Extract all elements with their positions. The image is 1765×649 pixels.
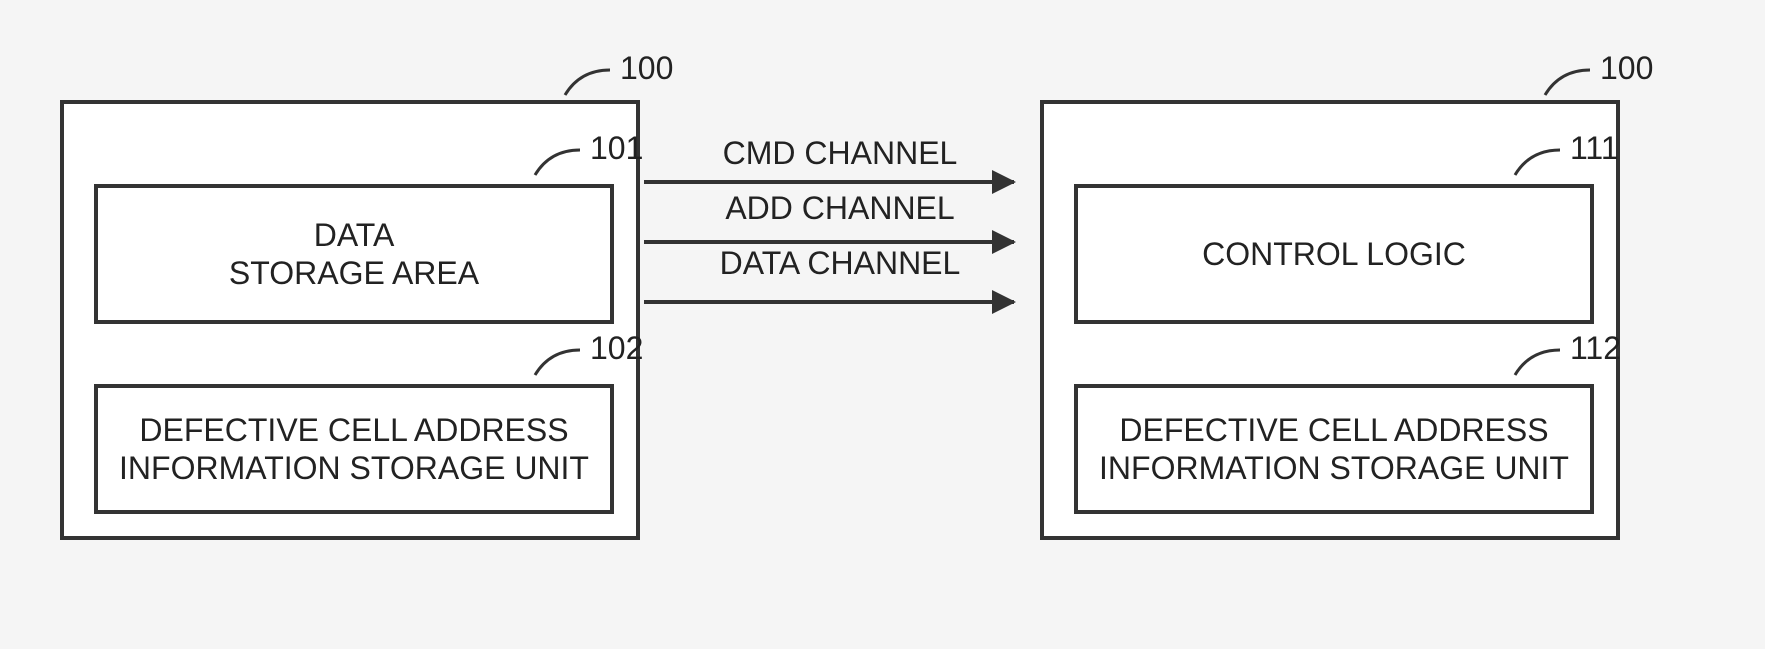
cmd-channel-label: CMD CHANNEL	[660, 135, 1020, 172]
ref-curve-100-left	[560, 65, 620, 105]
ref-label-100-left: 100	[620, 50, 673, 87]
left-defective-line1: DEFECTIVE CELL ADDRESS	[139, 411, 568, 449]
ref-curve-102	[530, 345, 590, 385]
channel-labels: CMD CHANNEL ADD CHANNEL DATA CHANNEL	[660, 135, 1020, 294]
data-channel-label: DATA CHANNEL	[660, 245, 1020, 282]
ref-label-111: 111	[1570, 130, 1619, 167]
left-defective-box: DEFECTIVE CELL ADDRESS INFORMATION STORA…	[94, 384, 614, 514]
control-logic-text: CONTROL LOGIC	[1202, 235, 1466, 273]
data-storage-area-box: DATA STORAGE AREA	[94, 184, 614, 324]
ref-label-101: 101	[590, 130, 643, 167]
data-storage-line2: STORAGE AREA	[229, 254, 479, 292]
cmd-arrow	[644, 180, 1014, 184]
left-defective-line2: INFORMATION STORAGE UNIT	[119, 449, 589, 487]
right-defective-box: DEFECTIVE CELL ADDRESS INFORMATION STORA…	[1074, 384, 1594, 514]
ref-curve-100-right	[1540, 65, 1600, 105]
add-channel-label: ADD CHANNEL	[660, 190, 1020, 227]
ref-label-112: 112	[1570, 330, 1621, 367]
diagram-container: DATA STORAGE AREA DEFECTIVE CELL ADDRESS…	[60, 80, 1700, 580]
control-logic-box: CONTROL LOGIC	[1074, 184, 1594, 324]
right-defective-line2: INFORMATION STORAGE UNIT	[1099, 449, 1569, 487]
right-defective-line1: DEFECTIVE CELL ADDRESS	[1119, 411, 1548, 449]
ref-label-102: 102	[590, 330, 643, 367]
data-arrow	[644, 300, 1014, 304]
data-storage-line1: DATA	[314, 216, 395, 254]
add-arrow	[644, 240, 1014, 244]
ref-curve-111	[1510, 145, 1570, 185]
ref-label-100-right: 100	[1600, 50, 1653, 87]
ref-curve-101	[530, 145, 590, 185]
ref-curve-112	[1510, 345, 1570, 385]
